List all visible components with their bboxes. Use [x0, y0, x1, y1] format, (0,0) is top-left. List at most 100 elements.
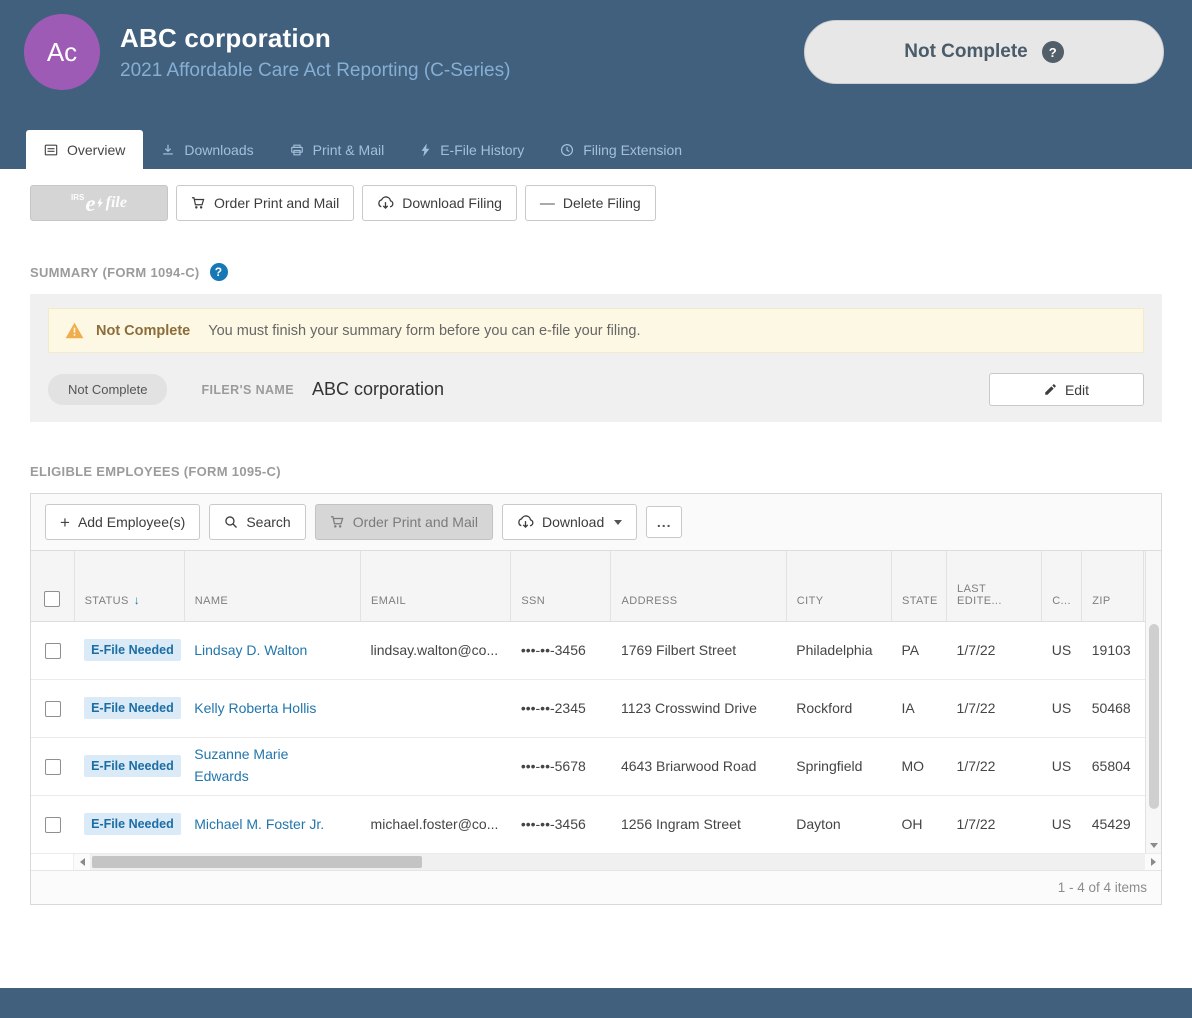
add-employees-label: Add Employee(s) — [77, 514, 186, 530]
column-label: ZIP — [1092, 594, 1111, 607]
tab-downloads[interactable]: Downloads — [143, 130, 271, 169]
column-header-name[interactable]: NAME — [183, 551, 361, 622]
name-cell: Kelly Roberta Hollis — [184, 679, 361, 738]
warning-message: You must finish your summary form before… — [208, 322, 641, 339]
lightning-icon — [420, 142, 431, 157]
tab-print-mail[interactable]: Print & Mail — [272, 130, 403, 169]
vertical-scrollbar-thumb[interactable] — [1148, 624, 1159, 809]
download-dropdown-button[interactable]: Download — [501, 504, 638, 540]
name-cell: Michael M. Foster Jr. — [184, 795, 361, 854]
filing-status-label: Not Complete — [904, 41, 1028, 62]
minus-icon: — — [539, 194, 555, 212]
column-header-city[interactable]: CITY — [785, 551, 892, 622]
more-options-button[interactable]: ... — [646, 506, 683, 538]
row-checkbox[interactable] — [44, 700, 61, 717]
tab-overview[interactable]: Overview — [26, 130, 144, 169]
employees-toolbar: + Add Employee(s) Search Order Print and… — [31, 494, 1161, 551]
table-row: E-File Needed Lindsay D. Walton lindsay.… — [31, 621, 1161, 680]
status-badge: E-File Needed — [84, 697, 181, 719]
edit-button-label: Edit — [1064, 381, 1090, 398]
filing-status-button[interactable]: Not Complete ? — [804, 20, 1164, 84]
email-cell — [360, 679, 511, 738]
cloud-download-icon — [377, 196, 394, 210]
delete-filing-label: Delete Filing — [562, 195, 641, 211]
ssn-cell: •••-••-5678 — [510, 737, 611, 796]
table-row: E-File Needed Kelly Roberta Hollis •••-•… — [31, 679, 1161, 738]
column-header-state[interactable]: STATE — [890, 551, 947, 622]
column-label: ADDRESS — [621, 594, 678, 607]
column-label: NAME — [194, 594, 229, 607]
city-cell: Dayton — [786, 795, 892, 854]
address-cell: 4643 Briarwood Road — [610, 737, 787, 796]
column-header-country[interactable]: C... — [1041, 551, 1082, 622]
search-button[interactable]: Search — [209, 504, 306, 540]
tab-efile-history[interactable]: E-File History — [402, 130, 542, 169]
zip-cell: 45429 — [1081, 795, 1144, 854]
edit-button[interactable]: Edit — [989, 373, 1144, 406]
delete-filing-button[interactable]: — Delete Filing — [524, 185, 656, 221]
column-header-ssn[interactable]: SSN — [510, 551, 611, 622]
address-cell: 1256 Ingram Street — [610, 795, 787, 854]
tab-label: E-File History — [440, 141, 525, 158]
tab-label: Overview — [67, 141, 126, 158]
select-all-checkbox[interactable] — [44, 590, 61, 607]
column-label: STATUS — [84, 594, 129, 607]
employee-name-link[interactable]: Michael M. Foster Jr. — [194, 816, 324, 832]
column-header-last-edited[interactable]: LAST EDITE... — [946, 551, 1042, 622]
irs-efile-logo-button[interactable]: IRS e file — [30, 185, 168, 221]
city-cell: Rockford — [786, 679, 892, 738]
summary-panel: Not Complete You must finish your summar… — [30, 294, 1162, 422]
state-cell: MO — [891, 737, 947, 796]
vertical-scrollbar[interactable] — [1145, 551, 1161, 853]
state-cell: OH — [891, 795, 947, 854]
order-print-mail-employees-button[interactable]: Order Print and Mail — [314, 504, 493, 540]
checkbox-cell — [31, 679, 75, 738]
column-label: EMAIL — [371, 594, 407, 607]
employee-name-link[interactable]: Lindsay D. Walton — [194, 642, 307, 658]
help-icon[interactable]: ? — [209, 263, 228, 281]
column-header-zip[interactable]: ZIP — [1081, 551, 1144, 622]
status-cell: E-File Needed — [74, 621, 185, 680]
employees-table: STATUS ↓ NAME EMAIL SSN ADDRESS CITY STAT… — [31, 551, 1161, 854]
city-cell: Springfield — [786, 737, 892, 796]
filer-row: Not Complete FILER'S NAME ABC corporatio… — [48, 373, 1144, 406]
employees-heading-text: ELIGIBLE EMPLOYEES (FORM 1095-C) — [30, 464, 281, 479]
scroll-right-arrow[interactable] — [1145, 854, 1161, 870]
employee-name-link[interactable]: Suzanne Marie Edwards — [194, 744, 306, 787]
ssn-cell: •••-••-3456 — [510, 621, 611, 680]
ssn-cell: •••-••-2345 — [510, 679, 611, 738]
status-cell: E-File Needed — [74, 795, 185, 854]
horizontal-scrollbar[interactable] — [31, 853, 1161, 871]
scroll-down-arrow[interactable] — [1150, 843, 1158, 848]
irs-efile-logo-file: file — [105, 194, 127, 211]
email-cell — [360, 737, 511, 796]
lightning-icon — [96, 197, 104, 209]
help-icon[interactable]: ? — [1041, 41, 1064, 63]
row-checkbox[interactable] — [44, 642, 61, 659]
zip-cell: 50468 — [1081, 679, 1144, 738]
row-checkbox[interactable] — [44, 816, 61, 833]
order-print-mail-button[interactable]: Order Print and Mail — [176, 185, 355, 221]
scrollbar-track[interactable] — [90, 853, 1145, 870]
add-employees-button[interactable]: + Add Employee(s) — [45, 504, 201, 540]
employees-table-wrap: STATUS ↓ NAME EMAIL SSN ADDRESS CITY STAT… — [31, 551, 1161, 854]
tab-filing-extension[interactable]: Filing Extension — [542, 130, 700, 169]
status-cell: E-File Needed — [74, 679, 185, 738]
row-checkbox[interactable] — [44, 758, 61, 775]
plus-icon: + — [60, 512, 70, 532]
column-header-status[interactable]: STATUS ↓ — [73, 551, 185, 622]
column-header-address[interactable]: ADDRESS — [610, 551, 787, 622]
column-label: LAST EDITE... — [957, 582, 1002, 607]
column-header-email[interactable]: EMAIL — [360, 551, 511, 622]
document-icon — [44, 143, 58, 157]
horizontal-scrollbar-thumb[interactable] — [92, 855, 422, 868]
select-all-header — [31, 551, 75, 622]
app-masthead: Ac ABC corporation 2021 Affordable Care … — [0, 0, 1192, 169]
employee-name-link[interactable]: Kelly Roberta Hollis — [194, 700, 316, 716]
column-label: SSN — [521, 594, 546, 607]
scroll-left-arrow[interactable] — [74, 854, 90, 870]
pager-status: 1 - 4 of 4 items — [31, 870, 1161, 904]
download-filing-button[interactable]: Download Filing — [362, 185, 517, 221]
table-row: E-File Needed Michael M. Foster Jr. mich… — [31, 795, 1161, 854]
name-cell: Suzanne Marie Edwards — [184, 737, 361, 796]
